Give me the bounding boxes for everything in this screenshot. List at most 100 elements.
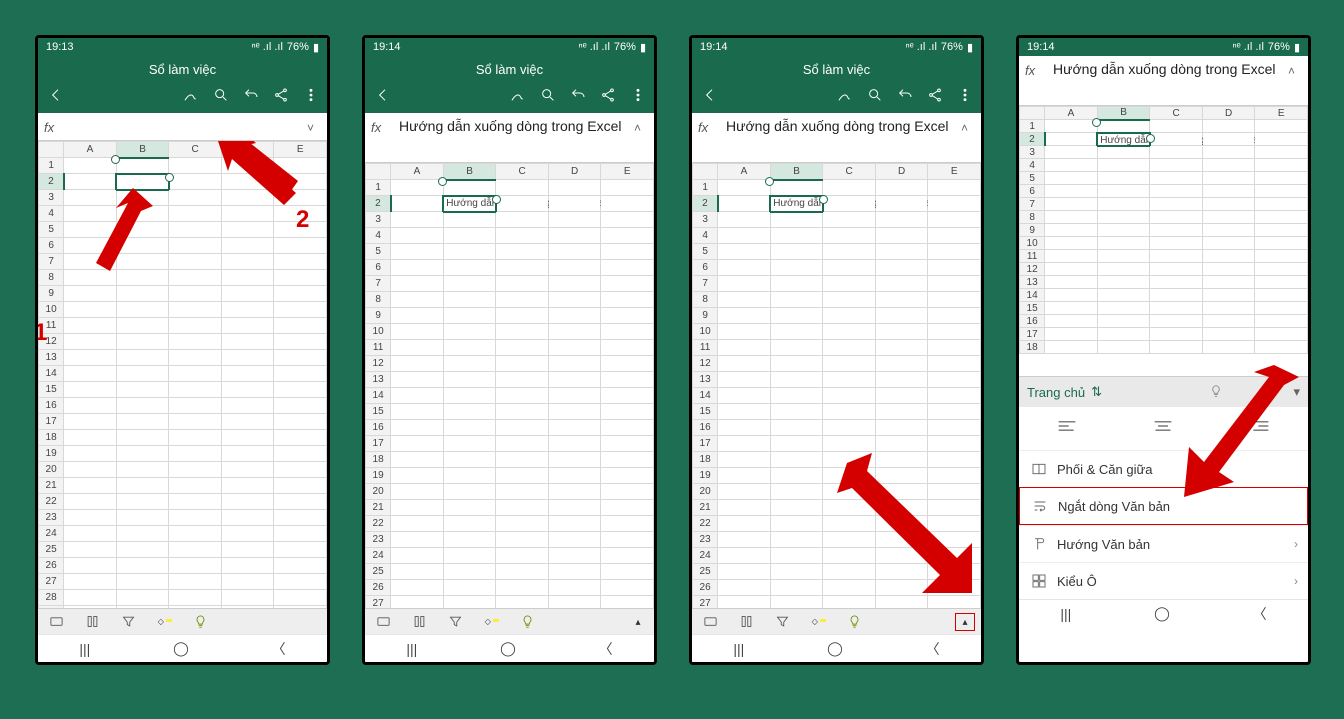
card-view-icon[interactable]	[48, 614, 64, 630]
status-time: 19:14	[700, 41, 728, 53]
ideas-icon[interactable]	[519, 614, 535, 630]
menu-text-direction[interactable]: Hướng Văn bản ›	[1019, 525, 1308, 562]
col-D[interactable]: D	[221, 142, 274, 158]
col-B[interactable]: B	[116, 142, 169, 158]
row-2[interactable]: 2	[39, 174, 64, 190]
menu-merge-center[interactable]: Phối & Căn giữa	[1019, 450, 1308, 487]
more-icon[interactable]	[630, 87, 646, 103]
search-icon[interactable]	[540, 87, 556, 103]
fill-color-icon[interactable]	[810, 614, 826, 630]
col-A[interactable]: A	[64, 142, 117, 158]
back-icon[interactable]	[373, 87, 393, 103]
formula-bar[interactable]: fx Hướng dẫn xuống dòng trong Excel ˄	[692, 113, 981, 163]
nav-home-icon[interactable]: ◯	[1154, 605, 1170, 622]
nav-home-icon[interactable]: ◯	[173, 640, 189, 657]
selection-handle-br[interactable]	[819, 195, 828, 204]
filter-icon[interactable]	[447, 614, 463, 630]
col-E[interactable]: E	[274, 142, 327, 158]
status-time: 19:14	[373, 41, 401, 53]
workbook-title: Sổ làm việc	[700, 60, 973, 83]
align-left-icon[interactable]	[1057, 419, 1077, 438]
chevron-right-icon: ›	[1294, 537, 1298, 551]
menu-wrap-text[interactable]: Ngắt dòng Văn bản	[1019, 487, 1308, 525]
selection-handle-tl[interactable]	[1092, 118, 1101, 127]
collapse-menu-icon[interactable]: ▾	[1293, 384, 1300, 400]
card-view-icon[interactable]	[375, 614, 391, 630]
nav-home-icon[interactable]: ◯	[500, 640, 516, 657]
phone-screenshot-4: 19:14 ⁿᵉ .ıl .ıl76%▮ fx Hướng dẫn xuống …	[1016, 35, 1311, 665]
col-C[interactable]: C	[169, 142, 222, 158]
expand-menu-icon[interactable]: ▴	[955, 613, 975, 631]
redo-icon[interactable]	[1265, 384, 1279, 401]
align-right-icon[interactable]	[1250, 419, 1270, 438]
expand-menu-icon[interactable]: ▴	[628, 613, 648, 631]
row-1[interactable]: 1	[39, 158, 64, 174]
ideas-icon[interactable]	[846, 614, 862, 630]
column-icon[interactable]	[738, 614, 754, 630]
menu-cell-style[interactable]: Kiểu Ô ›	[1019, 562, 1308, 599]
selected-cell-B2[interactable]	[116, 174, 169, 190]
search-icon[interactable]	[213, 87, 229, 103]
selection-handle-tl[interactable]	[438, 177, 447, 186]
search-icon[interactable]	[867, 87, 883, 103]
formula-text[interactable]: Hướng dẫn xuống dòng trong Excel	[399, 117, 624, 137]
formula-bar[interactable]: fx Hướng dẫn xuống dòng trong Excel ˄	[1019, 56, 1308, 106]
tab-switch-icon[interactable]: ⇅	[1091, 384, 1102, 400]
collapse-icon[interactable]: ˄	[1288, 60, 1302, 78]
collapse-icon[interactable]: ˄	[634, 117, 648, 135]
filter-icon[interactable]	[120, 614, 136, 630]
selected-cell-B2[interactable]: Hướng dẫn xuống dòng trong Excel	[1097, 133, 1150, 146]
undo-icon[interactable]	[570, 87, 586, 103]
back-icon[interactable]	[46, 87, 66, 103]
formula-text[interactable]: Hướng dẫn xuống dòng trong Excel	[1053, 60, 1278, 80]
nav-recent-icon[interactable]: |||	[1060, 606, 1071, 622]
nav-home-icon[interactable]: ◯	[827, 640, 843, 657]
selection-handle-br[interactable]	[1146, 134, 1155, 143]
column-icon[interactable]	[411, 614, 427, 630]
selection-handle-tl[interactable]	[111, 155, 120, 164]
menu-tab-label[interactable]: Trang chủ	[1027, 385, 1085, 400]
more-icon[interactable]	[303, 87, 319, 103]
nav-back-icon[interactable]: 〈	[599, 639, 613, 659]
draw-icon[interactable]	[183, 87, 199, 103]
nav-recent-icon[interactable]: |||	[406, 641, 417, 657]
back-icon[interactable]	[700, 87, 720, 103]
fill-color-icon[interactable]	[483, 614, 499, 630]
formula-bar[interactable]: fx Hướng dẫn xuống dòng trong Excel ˄	[365, 113, 654, 163]
share-icon[interactable]	[927, 87, 943, 103]
spreadsheet-grid[interactable]: ABCDE 1 2Hướng dẫn xuống dòng trong Exce…	[1019, 106, 1308, 376]
formula-bar[interactable]: fx ˅	[38, 113, 327, 141]
collapse-icon[interactable]: ˄	[961, 117, 975, 135]
selected-cell-B2[interactable]: Hướng dẫn xuống dòng trong Excel	[770, 196, 823, 212]
share-icon[interactable]	[600, 87, 616, 103]
nav-recent-icon[interactable]: |||	[733, 641, 744, 657]
draw-icon[interactable]	[510, 87, 526, 103]
nav-back-icon[interactable]: 〈	[272, 639, 286, 659]
formula-text[interactable]: Hướng dẫn xuống dòng trong Excel	[726, 117, 951, 137]
spreadsheet-grid[interactable]: ABCDE 1 2Hướng dẫn xuống dòng trong Exce…	[692, 163, 981, 608]
more-icon[interactable]	[957, 87, 973, 103]
undo-icon[interactable]	[243, 87, 259, 103]
selected-cell-B2[interactable]: Hướng dẫn xuống dòng trong Excel	[443, 196, 496, 212]
fill-color-icon[interactable]	[156, 614, 172, 630]
nav-back-icon[interactable]: 〈	[1253, 604, 1267, 624]
annotation-label-1: 1	[38, 319, 47, 347]
undo-icon[interactable]	[897, 87, 913, 103]
nav-back-icon[interactable]: 〈	[926, 639, 940, 659]
nav-recent-icon[interactable]: |||	[79, 641, 90, 657]
ideas-icon[interactable]	[1209, 384, 1223, 401]
column-icon[interactable]	[84, 614, 100, 630]
spreadsheet-grid[interactable]: ABCDE 1 2 3 4 5 6 7 8 9 10 11 12 13 14 1…	[38, 141, 327, 608]
selection-handle-br[interactable]	[165, 173, 174, 182]
card-view-icon[interactable]	[702, 614, 718, 630]
selection-handle-tl[interactable]	[765, 177, 774, 186]
draw-icon[interactable]	[837, 87, 853, 103]
selection-handle-br[interactable]	[492, 195, 501, 204]
expand-icon[interactable]: ˅	[307, 117, 321, 135]
spreadsheet-grid[interactable]: ABCDE 1 2Hướng dẫn xuống dòng trong Exce…	[365, 163, 654, 608]
align-center-icon[interactable]	[1153, 419, 1173, 438]
share-icon[interactable]	[273, 87, 289, 103]
filter-icon[interactable]	[774, 614, 790, 630]
status-right: ⁿᵉ .ıl .ıl 76% ▮	[252, 41, 319, 54]
ideas-icon[interactable]	[192, 614, 208, 630]
